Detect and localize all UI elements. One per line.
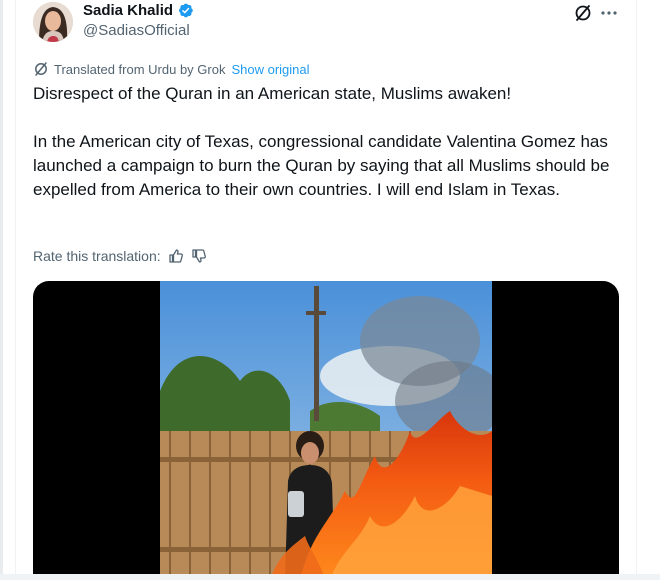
right-column-border xyxy=(636,0,637,580)
more-icon[interactable] xyxy=(600,4,618,22)
thumbs-down-icon[interactable] xyxy=(191,248,207,264)
thumbs-up-icon[interactable] xyxy=(168,248,184,264)
show-original-link[interactable]: Show original xyxy=(231,62,309,77)
verified-badge-icon xyxy=(179,3,193,18)
tweet-paragraph: Disrespect of the Quran in an American s… xyxy=(33,84,512,103)
rate-label: Rate this translation: xyxy=(33,248,161,264)
avatar[interactable] xyxy=(33,2,73,42)
grok-icon xyxy=(35,62,47,76)
video-player[interactable] xyxy=(33,281,619,580)
video-frame xyxy=(160,281,492,580)
grok-icon[interactable] xyxy=(573,3,593,23)
author-display-name[interactable]: Sadia Khalid xyxy=(83,2,173,19)
tweet-text: Disrespect of the Quran in an American s… xyxy=(33,82,633,202)
author-handle[interactable]: @SadiasOfficial xyxy=(83,22,190,39)
left-column-border xyxy=(15,0,16,580)
tweet-paragraph: In the American city of Texas, congressi… xyxy=(33,132,610,199)
rate-translation: Rate this translation: xyxy=(33,246,207,266)
translation-label: Translated from Urdu by Grok xyxy=(54,61,226,77)
bottom-edge xyxy=(0,574,660,580)
translation-notice: Translated from Urdu by Grok Show origin… xyxy=(33,61,310,77)
left-edge xyxy=(0,0,3,580)
author-name-row[interactable]: Sadia Khalid xyxy=(83,2,194,19)
